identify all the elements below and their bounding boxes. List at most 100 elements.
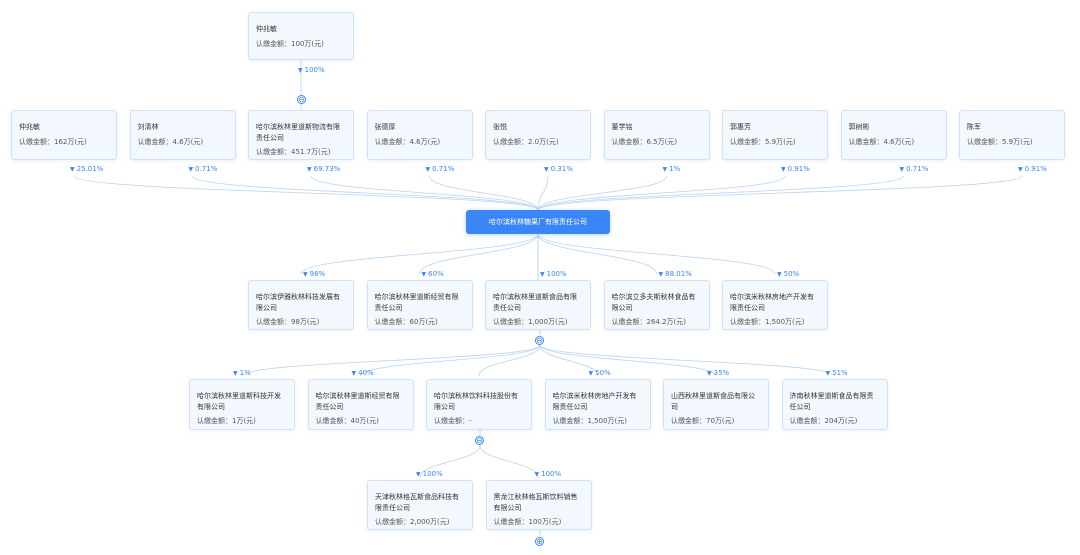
sub-investment-percent: ▼ 40% [351,369,374,377]
sub-sub-investment-name: 天津秋林格瓦斯食品科技有限责任公司 [375,493,459,512]
investment-amount: 认缴金额：1,500万(元) [730,318,805,326]
shareholder-percent: ▼ 0.91% [781,165,810,173]
sub-sub-investment-percent: ▼ 100% [416,470,443,478]
investment-amount: 认缴金额：264.2万(元) [611,318,687,326]
shareholder-card[interactable]: 董学铭认缴金额：6.5万(元) [603,110,710,160]
shareholder-connector [73,175,539,211]
sub-investment-name: 哈尔滨米秋林房地产开发有限责任公司 [552,392,637,411]
sub-investment-card[interactable]: 山西秋林里道斯食品有限公司 认缴金额：70万(元) [663,379,769,430]
sub-sub-connector [479,444,539,479]
collapse-toggle-icon[interactable]: ⊖ [535,336,544,345]
shareholder-connector [537,175,1023,211]
investment-card[interactable]: 哈尔滨立多夫斯秋林食品有限公司 认缴金额：264.2万(元) [603,280,710,330]
shareholder-connector [310,175,539,211]
shareholder-name: 董学铭 [611,123,633,131]
investment-name: 哈尔滨秋林里道斯食品有限责任公司 [493,293,577,312]
sub-sub-investment-card[interactable]: 天津秋林格瓦斯食品科技有限责任公司认缴金额：2,000万(元) [367,480,473,530]
investment-name: 哈尔滨伊雅秋林科技发展有限公司 [256,293,340,312]
investment-card[interactable]: 哈尔滨秋林里道斯经贸有限责任公司 认缴金额：60万(元) [366,280,473,330]
top-shareholder-percent: ▼ 100% [298,66,325,74]
collapse-toggle-icon[interactable]: ⊖ [475,436,484,445]
shareholder-percent: ▼ 25.01% [70,165,104,173]
investment-percent: ▼ 100% [540,270,567,278]
sub-investment-name: 哈尔滨秋林里道斯科技开发有限公司 [197,392,281,411]
shareholder-percent: ▼ 69.73% [307,165,341,173]
shareholder-card[interactable]: 张德厚 认缴金额：4.6万(元) [366,110,473,160]
shareholder-amount: 认缴金额：5.9万(元) [967,137,1033,146]
investment-connector [300,233,539,275]
arrow-down-icon: ▼ [421,271,427,278]
shareholder-name: 张悦 [493,123,507,131]
shareholder-percent: ▼ 0.71% [425,165,455,173]
shareholder-percent: ▼ 1% [662,165,681,173]
arrow-down-icon: ▼ [588,370,594,377]
investment-amount: 认缴金额：98万(元) [256,318,320,326]
arrow-down-icon: ▼ [351,370,357,377]
investment-card[interactable]: 哈尔滨伊雅秋林科技发展有限公司认缴金额：98万(元) [248,280,354,330]
arrow-down-icon: ▼ [540,271,545,278]
arrow-down-icon: ▼ [777,271,782,278]
sub-sub-investment-name: 黑龙江秋林格瓦斯饮料销售有限公司 [493,493,578,512]
shareholder-connector [537,175,904,211]
shareholder-name: 哈尔滨秋林里道斯物流有限责任公司 [256,123,340,142]
sub-investment-card[interactable]: 哈尔滨秋林饮料科技股份有限公司 认缴金额：- [426,379,532,430]
arrow-down-icon: ▼ [303,271,308,278]
arrow-down-icon: ▼ [662,166,668,173]
arrow-down-icon: ▼ [425,166,431,173]
center-company-node[interactable]: 哈尔滨秋林糖果厂有限责任公司 [466,210,610,234]
shareholder-card[interactable]: 刘清林 认缴金额：4.6万(元) [129,110,236,160]
sub-investment-name: 哈尔滨秋林里道斯经贸有限责任公司 [315,392,400,411]
collapse-toggle-icon[interactable]: ⊖ [297,95,306,104]
sub-investment-amount: 认缴金额：40万(元) [315,417,379,425]
arrow-down-icon: ▼ [825,370,831,377]
arrow-down-icon: ▼ [416,471,421,478]
sub-investment-percent: ▼ 1% [233,369,251,377]
sub-investment-card[interactable]: 哈尔滨秋林里道斯科技开发有限公司认缴金额：1万(元) [189,379,295,430]
shareholder-name: 郭树彬 [848,123,870,131]
investment-card[interactable]: 哈尔滨米秋林房地产开发有限责任公司 认缴金额：1,500万(元) [722,280,828,330]
sub-sub-investment-card[interactable]: 黑龙江秋林格瓦斯饮料销售有限公司 认缴金额：100万(元) [485,480,592,530]
top-shareholder-card[interactable]: 仲兆敏 认缴金额：100万(元) [248,12,354,60]
shareholder-percent: ▼ 0.71% [899,165,929,173]
arrow-down-icon: ▼ [298,67,303,74]
sub-investment-amount: 认缴金额：1,500万(元) [552,417,628,425]
shareholder-name: 陈军 [967,123,981,131]
shareholder-name: 郭惠芳 [730,123,751,131]
expand-toggle-icon[interactable]: ⊕ [535,537,544,546]
arrow-down-icon: ▼ [658,271,664,278]
sub-investment-amount: 认缴金额：1万(元) [197,417,256,425]
investment-amount: 认缴金额：1,000万(元) [493,318,568,326]
investment-connector [537,233,657,275]
shareholder-card[interactable]: 郭惠芳认缴金额：5.9万(元) [722,110,828,160]
arrow-down-icon: ▼ [70,166,75,173]
shareholder-card[interactable]: 张悦认缴金额：2.0万(元) [485,110,591,160]
sub-investment-percent: ▼ 50% [588,369,611,377]
investment-percent: ▼ 88.01% [658,270,692,278]
shareholder-card[interactable]: 仲兆敏 认缴金额：162万(元) [11,110,117,160]
sub-investment-percent: ▼ 51% [825,369,848,377]
shareholder-amount: 认缴金额：2.0万(元) [493,137,559,146]
sub-investment-card[interactable]: 哈尔滨秋林里道斯经贸有限责任公司认缴金额：40万(元) [307,379,414,430]
sub-investment-name: 山西秋林里道斯食品有限公司 [671,392,755,411]
sub-sub-investment-amount: 认缴金额：2,000万(元) [375,518,450,526]
shareholder-amount: 认缴金额：451.7万(元) [256,148,331,156]
shareholder-name: 张德厚 [374,123,396,131]
investment-connector [537,233,776,275]
sub-investment-percent: ▼ 35% [707,369,730,377]
shareholder-amount: 认缴金额：6.5万(元) [611,137,678,146]
shareholder-card[interactable]: 郭树彬 认缴金额：4.6万(元) [840,110,947,160]
shareholder-amount: 认缴金额：5.9万(元) [730,137,796,146]
arrow-down-icon: ▼ [233,370,238,377]
sub-investment-card[interactable]: 济南秋林里道斯食品有限责任公司 认缴金额：204万(元) [781,379,888,430]
shareholder-name: 仲兆敏 [256,25,277,33]
shareholder-amount: 认缴金额：100万(元) [256,39,324,48]
sub-investment-card[interactable]: 哈尔滨米秋林房地产开发有限责任公司认缴金额：1,500万(元) [544,379,651,430]
arrow-down-icon: ▼ [899,166,905,173]
shareholder-percent: ▼ 0.31% [544,165,573,173]
shareholder-percent: ▼ 0.91% [1018,165,1047,173]
investment-connector [419,233,539,275]
shareholder-card[interactable]: 陈军认缴金额：5.9万(元) [959,110,1065,160]
shareholder-name: 刘清林 [137,123,159,131]
shareholder-card[interactable]: 哈尔滨秋林里道斯物流有限责任公司认缴金额：451.7万(元) [248,110,354,160]
investment-card[interactable]: 哈尔滨秋林里道斯食品有限责任公司认缴金额：1,000万(元) [485,280,591,330]
